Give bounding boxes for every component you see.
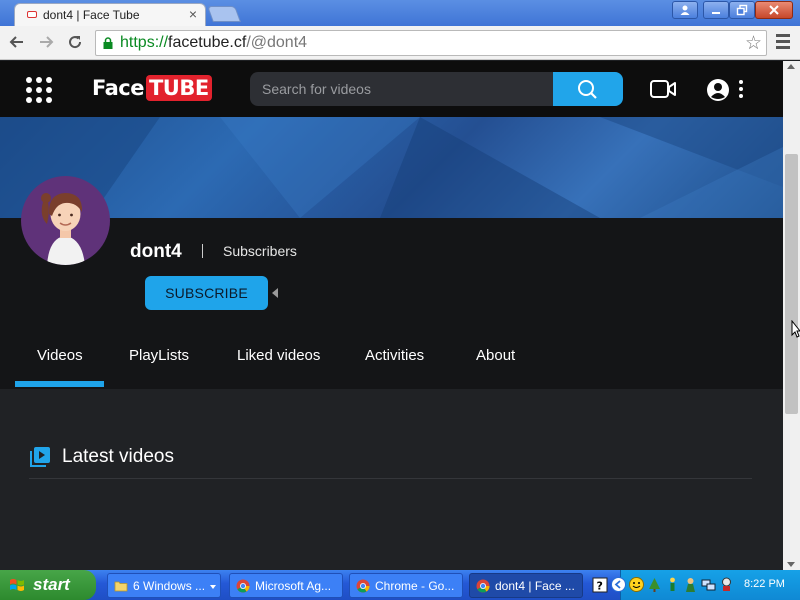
address-bar[interactable]: https://facetube.cf/@dont4 ☆ — [95, 30, 767, 56]
group-caret-icon — [210, 585, 216, 589]
tab-title: dont4 | Face Tube — [43, 8, 140, 22]
help-icon[interactable]: ? — [592, 577, 608, 593]
back-icon[interactable] — [6, 31, 28, 53]
figure-icon[interactable] — [665, 577, 680, 592]
latest-videos-heading: Latest videos — [62, 446, 174, 467]
tab-close-icon[interactable]: × — [189, 6, 197, 22]
subscribers-label: Subscribers — [223, 243, 297, 259]
browser-toolbar: https://facetube.cf/@dont4 ☆ — [0, 26, 800, 60]
facetube-favicon-icon — [27, 11, 37, 18]
account-icon[interactable] — [706, 78, 730, 102]
windows-taskbar: start 6 Windows ... Microsoft Ag... Chro… — [0, 570, 800, 600]
page-viewport: FaceTUBE dont4 — [0, 61, 783, 570]
active-tab-indicator — [15, 381, 104, 387]
start-label: start — [33, 575, 70, 594]
more-options-icon[interactable] — [738, 80, 744, 100]
apps-grid-icon[interactable] — [26, 77, 52, 103]
chrome-icon — [476, 579, 490, 593]
tab-videos[interactable]: Videos — [37, 347, 83, 364]
channel-name: dont4 — [130, 241, 182, 262]
bookmark-star-icon[interactable]: ☆ — [745, 32, 762, 55]
forward-icon[interactable] — [35, 31, 57, 53]
channel-avatar[interactable] — [21, 176, 110, 265]
facetube-logo[interactable]: Face TUBE — [92, 75, 212, 104]
channel-tabs: Videos PlayLists Liked videos Activities… — [0, 331, 783, 389]
subscribe-button[interactable]: SUBSCRIBE — [145, 276, 268, 310]
tab-liked-videos[interactable]: Liked videos — [237, 347, 320, 364]
taskbar-chrome-window[interactable]: Chrome - Go... — [349, 573, 463, 598]
scroll-up-icon[interactable] — [787, 64, 795, 69]
windows-logo-icon — [10, 579, 24, 591]
taskbar-label: 6 Windows ... — [133, 579, 206, 593]
avatar-illustration-icon — [41, 193, 85, 265]
svg-text:?: ? — [597, 580, 603, 593]
taskbar-microsoft-agent[interactable]: Microsoft Ag... — [229, 573, 343, 598]
tray-expand-icon[interactable] — [611, 577, 626, 592]
url-text: https://facetube.cf/@dont4 — [120, 34, 307, 52]
tab-about[interactable]: About — [476, 347, 515, 364]
scrollbar-thumb[interactable] — [785, 154, 798, 414]
section-divider — [29, 478, 752, 479]
close-icon[interactable] — [755, 1, 793, 19]
subscriber-count-caret-icon — [272, 288, 278, 298]
chrome-icon — [356, 579, 370, 593]
minimize-icon[interactable] — [703, 1, 729, 19]
logo-tube-text: TUBE — [145, 75, 212, 101]
system-tray: ? 8:22 PM — [592, 570, 800, 600]
channel-divider — [202, 244, 203, 258]
logo-face-text: Face — [92, 76, 144, 100]
character-icon[interactable] — [683, 577, 698, 592]
video-camera-icon[interactable] — [650, 79, 676, 99]
page-scrollbar[interactable] — [783, 61, 800, 570]
video-library-icon — [30, 447, 50, 467]
scroll-down-icon[interactable] — [787, 562, 795, 567]
chrome-icon — [236, 579, 250, 593]
taskbar-label: dont4 | Face ... — [495, 579, 575, 593]
url-path: /@dont4 — [246, 34, 308, 51]
browser-tab-active[interactable]: dont4 | Face Tube × — [14, 3, 206, 26]
taskbar-label: Microsoft Ag... — [255, 579, 332, 593]
reload-icon[interactable] — [64, 31, 86, 53]
restore-icon[interactable] — [729, 1, 755, 19]
new-tab-button[interactable] — [207, 6, 241, 22]
lock-icon — [103, 37, 113, 49]
site-header: Face TUBE — [0, 61, 783, 117]
taskbar-windows-explorer[interactable]: 6 Windows ... — [107, 573, 221, 598]
search-icon — [578, 80, 597, 99]
start-button[interactable]: start — [0, 570, 96, 600]
user-icon[interactable] — [672, 1, 698, 19]
url-scheme: https:// — [120, 34, 169, 51]
taskbar-facetube-window[interactable]: dont4 | Face ... — [469, 573, 583, 598]
channel-banner — [0, 117, 783, 218]
search-input[interactable] — [250, 72, 553, 106]
tab-playlists[interactable]: PlayLists — [129, 347, 189, 364]
url-host: facetube.cf — [168, 34, 247, 51]
browser-title-bar: dont4 | Face Tube × — [0, 0, 800, 26]
browser-menu-icon[interactable] — [776, 34, 790, 52]
folder-icon — [114, 581, 128, 592]
network-icon[interactable] — [701, 577, 716, 592]
taskbar-label: Chrome - Go... — [375, 579, 455, 593]
mouse-cursor-icon — [791, 320, 800, 338]
channel-content: Latest videos — [0, 389, 783, 570]
smiley-icon[interactable] — [629, 577, 644, 592]
taskbar-clock: 8:22 PM — [744, 578, 785, 590]
tab-activities[interactable]: Activities — [365, 347, 424, 364]
tree-icon[interactable] — [647, 577, 662, 592]
agent-icon[interactable] — [719, 577, 734, 592]
search-button[interactable] — [553, 72, 623, 106]
